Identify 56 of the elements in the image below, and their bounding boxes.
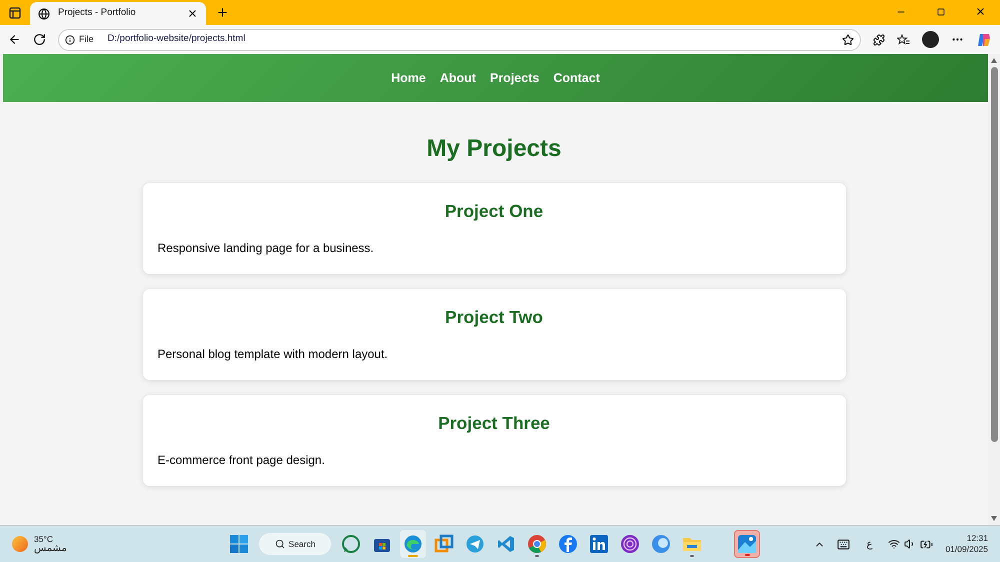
scheme-label: File	[79, 32, 94, 46]
profile-avatar[interactable]	[922, 31, 939, 48]
square-logo-icon	[589, 534, 609, 554]
ribbon-logo-icon	[496, 534, 516, 554]
paper-plane-icon	[465, 534, 485, 554]
crescent-circle-icon	[651, 534, 671, 554]
onion-circle-icon	[620, 534, 640, 554]
sun-icon	[12, 536, 28, 552]
scroll-down-icon[interactable]	[991, 516, 997, 521]
project-description: Personal blog template with modern layout.	[158, 346, 389, 363]
address-field[interactable]: File D:/portfolio-website/projects.html	[58, 28, 861, 50]
search-icon	[274, 539, 285, 549]
temperature-text: 35°C	[34, 534, 54, 544]
start-icon[interactable]	[230, 535, 248, 553]
new-tab-icon[interactable]	[216, 6, 229, 19]
nav-link[interactable]: Contact	[553, 68, 600, 88]
landscape-image-icon	[737, 534, 757, 554]
overlapping-squares-icon	[434, 534, 454, 554]
close-icon[interactable]	[187, 8, 198, 19]
project-description: Responsive landing page for a business.	[158, 240, 375, 257]
tab-title: Projects - Portfolio	[58, 6, 137, 20]
scroll-up-icon[interactable]	[991, 58, 997, 63]
favorites-icon[interactable]	[897, 34, 910, 46]
copilot-logo-icon[interactable]	[976, 32, 992, 48]
language-indicator[interactable]: ع	[866, 536, 872, 552]
url-text: D:/portfolio-website/projects.html	[108, 32, 246, 46]
nav-link[interactable]: Projects	[490, 68, 540, 88]
globe-icon	[38, 8, 50, 20]
browser-logo-icon	[527, 534, 547, 554]
keyboard-icon[interactable]	[837, 538, 850, 550]
taskbar-app[interactable]	[734, 530, 760, 558]
clock-date[interactable]: 01/09/2025	[945, 544, 988, 555]
battery-icon[interactable]	[920, 538, 934, 550]
weather-condition: مشمس	[34, 544, 67, 554]
nav-link[interactable]: About	[440, 68, 476, 88]
project-title: Project Two	[444, 306, 544, 328]
close-icon[interactable]	[975, 6, 986, 17]
extensions-icon[interactable]	[873, 34, 885, 46]
browser-tab[interactable]: Projects - Portfolio	[30, 2, 206, 25]
info-icon	[65, 34, 75, 44]
reload-icon[interactable]	[33, 33, 46, 46]
back-icon[interactable]	[8, 33, 21, 46]
project-title: Project Three	[437, 412, 551, 434]
clock-time[interactable]: 12:31	[966, 533, 988, 544]
chat-bubble-icon	[341, 534, 361, 554]
taskbar-app[interactable]	[400, 530, 426, 558]
project-description: E-commerce front page design.	[158, 452, 326, 469]
restore-icon[interactable]	[937, 8, 945, 16]
scrollbar[interactable]	[988, 54, 1000, 525]
page-heading: My Projects	[426, 134, 562, 164]
search-button[interactable]: Search	[259, 533, 331, 555]
project-title: Project One	[444, 200, 544, 222]
f-logo-icon	[558, 534, 578, 554]
nav-link[interactable]: Home	[391, 68, 426, 88]
wave-logo-icon	[403, 534, 423, 554]
favorite-star-icon[interactable]	[842, 34, 854, 46]
